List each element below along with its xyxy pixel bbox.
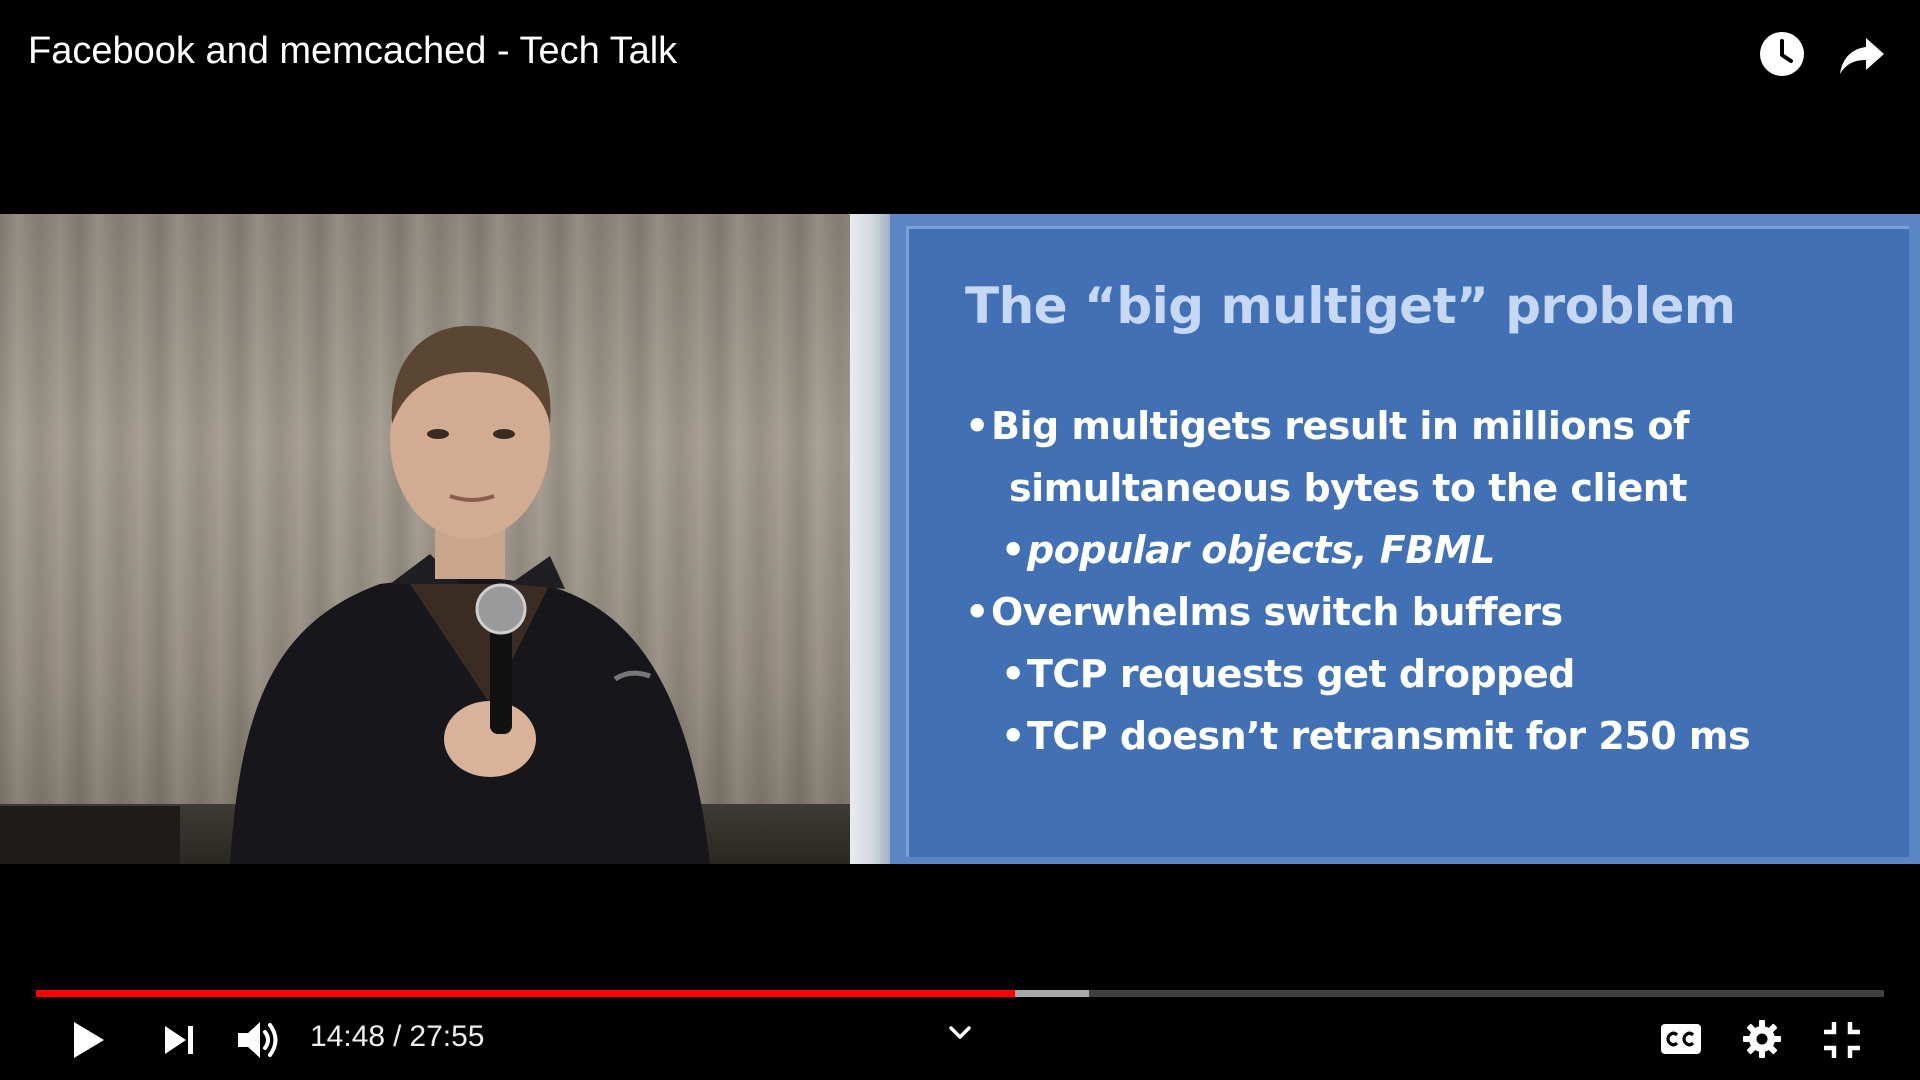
time-display: 14:48/27:55 [310,1020,485,1054]
progress-played [36,990,1016,997]
podium [0,806,180,864]
settings-button[interactable] [1742,1019,1782,1059]
speaker-figure [210,284,770,864]
slide-bullet-list: •Big multigets result in millions of sim… [965,395,1895,767]
volume-button[interactable] [234,1018,282,1062]
slide-bullet: •Overwhelms switch buffers [965,590,1563,634]
next-icon [162,1024,196,1056]
exit-fullscreen-icon [1822,1020,1862,1060]
volume-icon [234,1018,282,1062]
presentation-slide: The “big multiget” problem •Big multiget… [890,214,1920,864]
projector-screen-edge [850,214,890,864]
slide-sub-bullet: •TCP doesn’t retransmit for 250 ms [1001,714,1751,758]
time-separator: / [393,1020,402,1053]
current-time: 14:48 [310,1020,386,1053]
video-title[interactable]: Facebook and memcached - Tech Talk [28,30,677,73]
slide-bullet: •Big multigets result in millions of [965,404,1690,448]
progress-bar[interactable] [36,990,1884,997]
chevron-down-icon [948,1024,972,1042]
slide-sub-bullet: •popular objects, FBML [1001,528,1495,572]
share-arrow-icon[interactable] [1836,28,1888,80]
chapter-chevron-button[interactable] [948,1024,972,1042]
top-bar: Facebook and memcached - Tech Talk [0,0,1920,110]
slide-title: The “big multiget” problem [965,277,1736,335]
next-button[interactable] [162,1024,196,1056]
video-player[interactable]: Facebook and memcached - Tech Talk The “… [0,0,1920,1080]
play-icon [68,1018,108,1062]
slide-panel: The “big multiget” problem •Big multiget… [906,226,1909,857]
slide-bullet-continuation: simultaneous bytes to the client [1009,466,1688,510]
slide-sub-bullet: •TCP requests get dropped [1001,652,1575,696]
captions-button[interactable] [1660,1022,1702,1056]
gear-icon [1742,1019,1782,1059]
video-frame[interactable]: The “big multiget” problem •Big multiget… [0,214,1920,864]
exit-fullscreen-button[interactable] [1822,1020,1862,1060]
duration: 27:55 [409,1020,485,1053]
cc-icon [1660,1022,1702,1056]
clock-icon[interactable] [1756,28,1808,80]
play-button[interactable] [68,1018,108,1062]
